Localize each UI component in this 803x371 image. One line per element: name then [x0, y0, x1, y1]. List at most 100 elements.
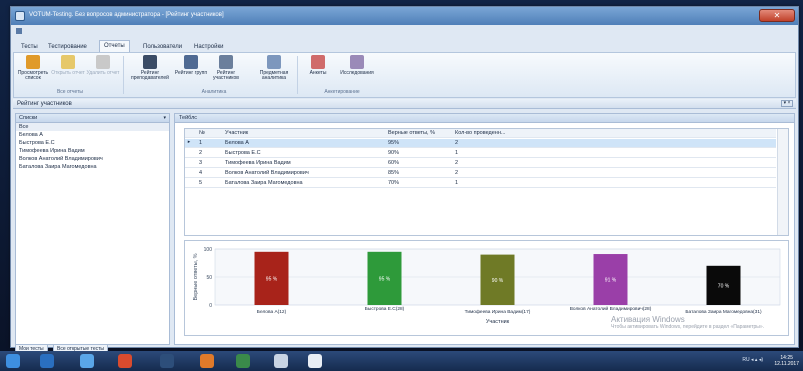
open-report-label: Открыть отчет — [51, 70, 85, 76]
delete-report-icon — [96, 55, 110, 69]
clock: 14:25 12.11.2017 — [774, 355, 799, 367]
table-scrollbar[interactable] — [777, 129, 788, 235]
column-header-count[interactable]: Кол-во проведенн... — [455, 130, 505, 136]
lists-panel-header[interactable]: Списки ▾ — [16, 114, 169, 123]
media-icon[interactable] — [200, 354, 214, 368]
row-number: 3 — [199, 160, 203, 166]
row-count: 2 — [455, 160, 459, 166]
watermark-title: Активация Windows — [611, 315, 685, 324]
row-participant: Баталова Заира Магомедовна — [225, 180, 303, 186]
group-label-all-reports: Все отчеты — [56, 89, 84, 95]
view-list-icon — [26, 55, 40, 69]
teacher-rating-icon — [143, 55, 157, 69]
list-item[interactable]: Баталова Заира Магомедовна — [16, 163, 169, 171]
chrome-icon[interactable] — [118, 354, 132, 368]
row-correct: 70% — [388, 180, 400, 186]
row-participant: Волков Анатолий Владимирович — [225, 170, 309, 176]
bar-data-label: 95 % — [266, 276, 278, 282]
survey-button[interactable]: Анкеты — [301, 55, 335, 87]
app-icon — [15, 11, 25, 21]
row-correct: 85% — [388, 170, 400, 176]
x-tick-label: Быстрова Е.С(28) — [365, 306, 405, 312]
row-number: 5 — [199, 180, 203, 186]
view-list-button[interactable]: Просмотреть список — [16, 55, 50, 87]
folder-icon[interactable] — [236, 354, 250, 368]
table-header-row: № Участник Верные ответы, % Кол-во прове… — [185, 129, 776, 138]
x-tick-label: Тимофеева Ирина Вадим(17) — [465, 309, 531, 315]
view-list-label: Просмотреть список — [17, 70, 49, 81]
bar-data-label: 91 % — [605, 278, 617, 284]
x-tick-label: Волков Анатолий Владимирович(28) — [570, 305, 652, 312]
document-title: Рейтинг участников — [17, 101, 72, 107]
table-row[interactable]: 2 Быстрова Е.С 90% 1 — [185, 149, 776, 158]
research-icon — [350, 55, 364, 69]
open-report-button[interactable]: Открыть отчет — [51, 55, 85, 87]
dropdown-arrow-icon[interactable]: ▾ — [163, 115, 166, 121]
app-window: VOTUM-Testing. Без вопросов администрато… — [10, 6, 799, 352]
quick-access-toolbar[interactable] — [15, 27, 25, 35]
survey-label: Анкеты — [309, 70, 327, 76]
title-bar[interactable]: VOTUM-Testing. Без вопросов администрато… — [11, 7, 798, 25]
participant-rating-button[interactable]: Рейтинг участников — [209, 55, 243, 87]
ribbon: Просмотреть список Открыть отчет Удалить… — [13, 52, 796, 98]
delete-report-label: Удалить отчет — [86, 70, 120, 76]
explorer-icon[interactable] — [40, 354, 54, 368]
column-header-correct[interactable]: Верные ответы, % — [388, 130, 435, 136]
clock-date: 12.11.2017 — [774, 361, 799, 367]
group-separator — [123, 56, 124, 94]
app-icon[interactable] — [160, 354, 174, 368]
research-button[interactable]: Исследования — [336, 55, 378, 87]
row-number: 4 — [199, 170, 203, 176]
group-label-survey: Анкетирование — [324, 89, 360, 95]
y-axis-label: Верные ответы, % — [193, 253, 199, 300]
close-button[interactable]: ✕ — [759, 9, 795, 22]
participants-table: № Участник Верные ответы, % Кол-во прове… — [184, 128, 789, 236]
watermark-text: Чтобы активировать Windows, перейдите в … — [611, 324, 765, 330]
row-number: 1 — [199, 140, 203, 146]
row-correct: 60% — [388, 160, 400, 166]
table-row[interactable]: ▸ 1 Белова А 95% 2 — [185, 139, 776, 148]
menu-icon[interactable] — [16, 28, 22, 34]
table-row[interactable]: 4 Волков Анатолий Владимирович 85% 2 — [185, 169, 776, 178]
research-label: Исследования — [340, 70, 374, 76]
list-item[interactable]: Все — [16, 123, 169, 131]
row-count: 2 — [455, 140, 459, 146]
table-row[interactable]: 5 Баталова Заира Магомедовна 70% 1 — [185, 179, 776, 188]
analytics-button[interactable]: Предметная аналитика — [254, 55, 294, 87]
row-participant: Тимофеева Ирина Вадим — [225, 160, 291, 166]
start-icon[interactable] — [6, 354, 20, 368]
delete-report-button[interactable]: Удалить отчет — [86, 55, 120, 87]
list-item[interactable]: Волков Анатолий Владимирович — [16, 155, 169, 163]
column-header-participant[interactable]: Участник — [225, 130, 248, 136]
table-row[interactable]: 3 Тимофеева Ирина Вадим 60% 2 — [185, 159, 776, 168]
y-tick-label: 100 — [204, 247, 213, 253]
column-header-number[interactable]: № — [199, 130, 205, 136]
group-rating-button[interactable]: Рейтинг групп — [174, 55, 208, 87]
votum-app-icon[interactable] — [308, 354, 322, 368]
teacher-rating-button[interactable]: Рейтинг преподавателей — [128, 55, 172, 87]
group-rating-label: Рейтинг групп — [174, 70, 208, 76]
group-rating-icon — [184, 55, 198, 69]
survey-icon — [311, 55, 325, 69]
results-header: Тейблс — [175, 114, 794, 123]
browser-icon[interactable] — [80, 354, 94, 368]
row-participant: Быстрова Е.С — [225, 150, 261, 156]
row-correct: 90% — [388, 150, 400, 156]
list-item[interactable]: Тимофеева Ирина Вадим — [16, 147, 169, 155]
system-tray[interactable]: RU ◂ ▴ ◂) — [742, 357, 763, 363]
windows-activation-watermark: Активация Windows Чтобы активировать Win… — [611, 315, 771, 330]
row-count: 2 — [455, 170, 459, 176]
row-participant: Белова А — [225, 140, 249, 146]
document-tab-bar: Рейтинг участников ▾ × — [13, 99, 796, 109]
analytics-icon — [267, 55, 281, 69]
group-label-analytics: Аналитика — [201, 89, 227, 95]
row-number: 2 — [199, 150, 203, 156]
list-item[interactable]: Белова А — [16, 131, 169, 139]
participant-rating-icon — [219, 55, 233, 69]
document-icon[interactable] — [274, 354, 288, 368]
group-separator — [297, 56, 298, 94]
list-item[interactable]: Быстрова Е.С — [16, 139, 169, 147]
row-correct: 95% — [388, 140, 400, 146]
open-report-icon — [61, 55, 75, 69]
pin-close-icon[interactable]: ▾ × — [781, 100, 793, 107]
